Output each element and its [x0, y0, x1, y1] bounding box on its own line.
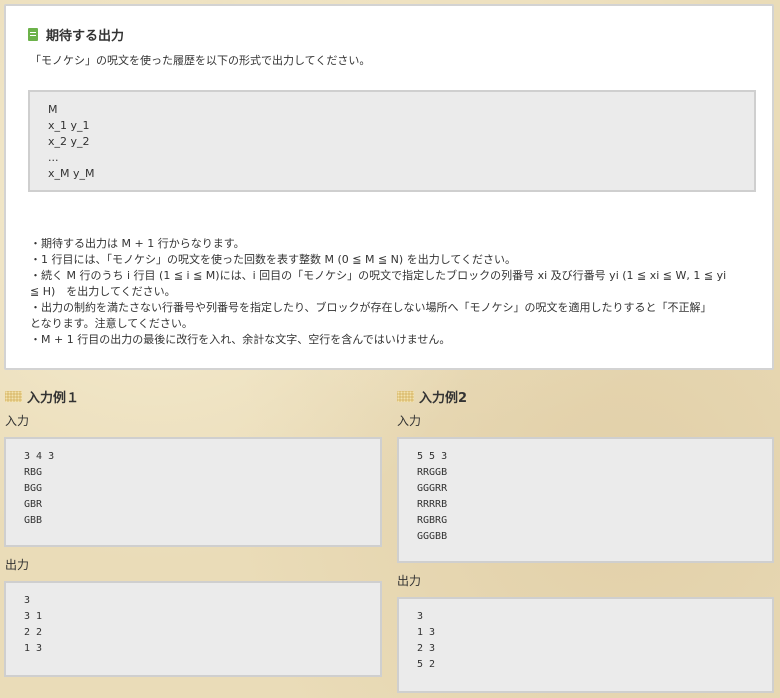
- example-1-title: 入力例１: [27, 390, 80, 406]
- expected-output-intro: 「モノケシ」の呪文を使った履歴を以下の形式で出力してください。: [30, 54, 371, 67]
- code-line: RGBRG: [417, 515, 448, 526]
- code-line: GBR: [24, 499, 43, 510]
- note-line: ・続く M 行のうち i 行目 (1 ≦ i ≦ M)には、i 回目の「モノケシ…: [30, 269, 727, 282]
- code-line: 5 5 3: [417, 451, 448, 462]
- expected-output-panel: 期待する出力 「モノケシ」の呪文を使った履歴を以下の形式で出力してください。 M…: [4, 4, 774, 370]
- example-1-input-label: 入力: [5, 414, 30, 428]
- format-line: x_M y_M: [48, 167, 95, 180]
- code-line: 1 3: [417, 627, 436, 638]
- example-2-output-box: 3 1 3 2 3 5 2: [397, 597, 774, 693]
- note-line: ・1 行目には、「モノケシ」の呪文を使った回数を表す整数 M (0 ≦ M ≦ …: [30, 253, 517, 266]
- example-1-input-box: 3 4 3 RBG BGG GBR GBB: [4, 437, 382, 547]
- code-line: 2 3: [417, 643, 436, 654]
- code-line: RBG: [24, 467, 43, 478]
- format-line: M: [48, 103, 58, 116]
- note-line: ≦ H) を出力してください。: [30, 285, 176, 298]
- example-1-output-box: 3 3 1 2 2 1 3: [4, 581, 382, 677]
- example-2-title: 入力例2: [419, 390, 468, 406]
- expected-output-heading: 期待する出力: [28, 24, 124, 44]
- example-1-heading: 入力例１: [5, 387, 80, 406]
- example-2-output-label: 出力: [397, 574, 422, 588]
- format-line: x_1 y_1: [48, 119, 90, 132]
- example-2-heading: 入力例2: [397, 387, 468, 406]
- expected-output-title: 期待する出力: [46, 28, 125, 44]
- note-line: ・M + 1 行目の出力の最後に改行を入れ、余計な文字、空行を含んではいけません…: [30, 333, 451, 346]
- note-line: ・期待する出力は M + 1 行からなります。: [30, 237, 245, 250]
- code-line: RRGGB: [417, 467, 448, 478]
- note-line: となります。注意してください。: [30, 317, 193, 330]
- code-line: 3 1: [24, 611, 43, 622]
- output-notes: ・期待する出力は M + 1 行からなります。 ・1 行目には、「モノケシ」の呪…: [30, 236, 760, 348]
- code-line: 1 3: [24, 643, 43, 654]
- code-line: BGG: [24, 483, 43, 494]
- code-line: GGGBB: [417, 531, 448, 542]
- document-icon: [28, 27, 38, 41]
- example-2-input-label: 入力: [397, 414, 422, 428]
- code-line: 5 2: [417, 659, 436, 670]
- code-line: 3: [24, 595, 31, 606]
- note-line: ・出力の制約を満たさない行番号や列番号を指定したり、ブロックが存在しない場所へ「…: [30, 301, 712, 314]
- code-line: 3 4 3: [24, 451, 55, 462]
- example-icon: [5, 390, 22, 402]
- format-line: ...: [48, 151, 59, 164]
- code-line: GBB: [24, 515, 43, 526]
- format-line: x_2 y_2: [48, 135, 90, 148]
- code-line: RRRRB: [417, 499, 448, 510]
- example-1-output-label: 出力: [5, 558, 30, 572]
- output-format-box: M x_1 y_1 x_2 y_2 ... x_M y_M: [28, 90, 756, 192]
- code-line: 2 2: [24, 627, 43, 638]
- code-line: GGGRR: [417, 483, 448, 494]
- example-2-input-box: 5 5 3 RRGGB GGGRR RRRRB RGBRG GGGBB: [397, 437, 774, 563]
- code-line: 3: [417, 611, 424, 622]
- example-icon: [397, 390, 414, 402]
